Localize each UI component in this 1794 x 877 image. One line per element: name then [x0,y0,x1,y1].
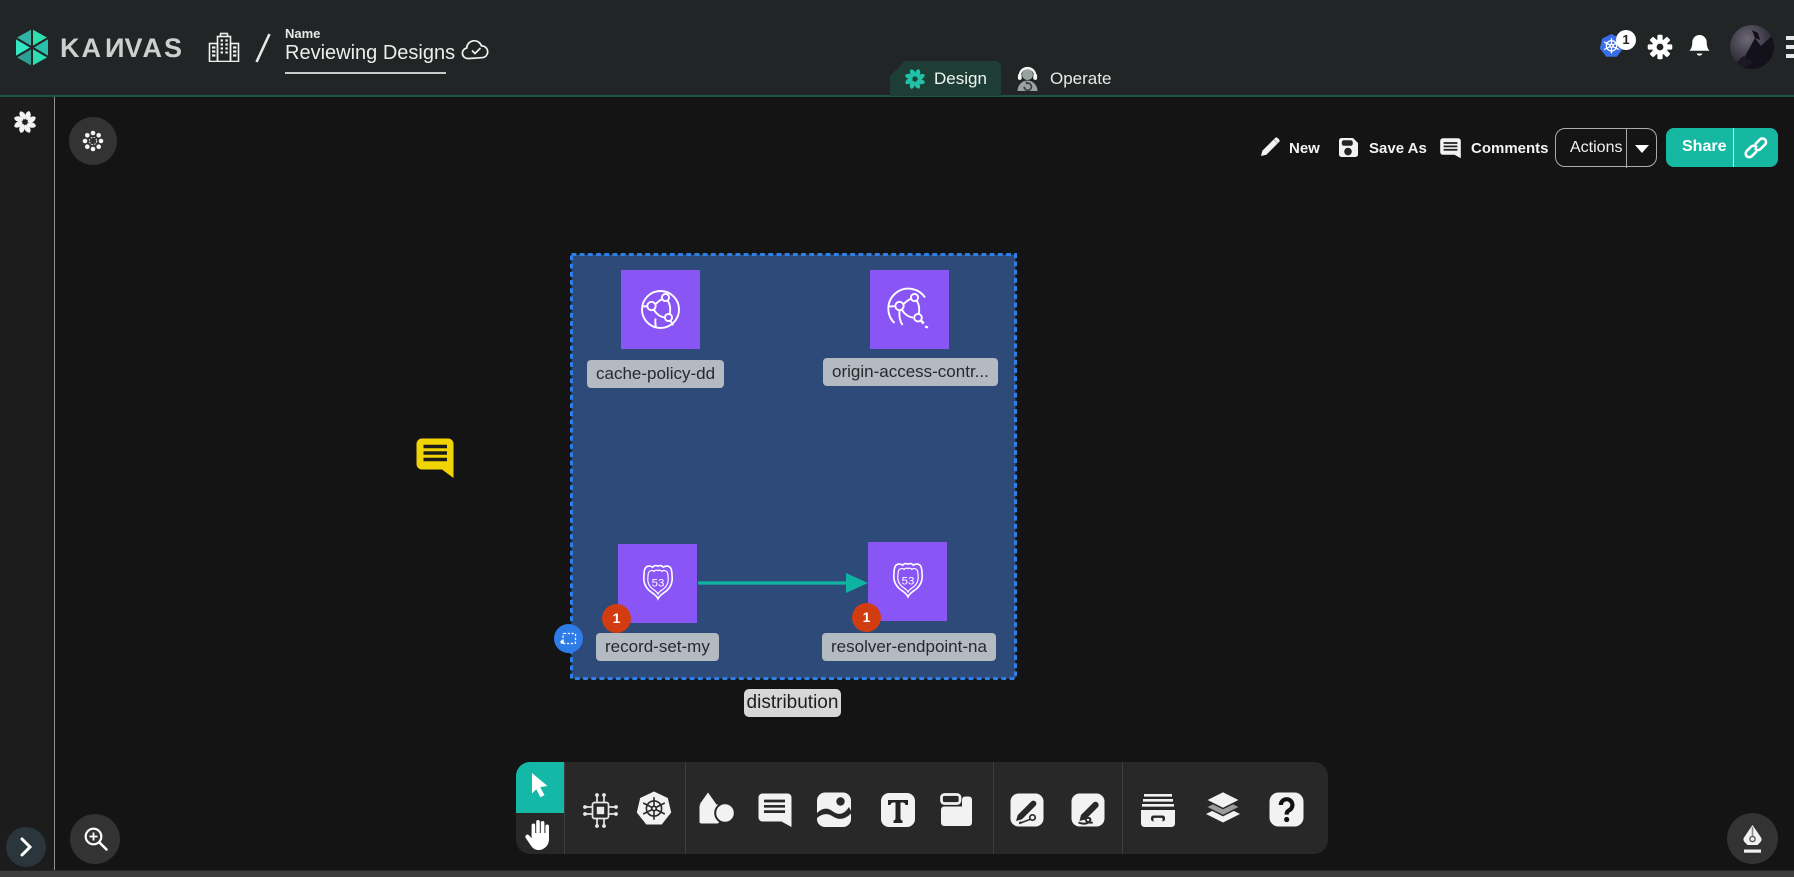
svg-text:53: 53 [902,576,915,588]
svg-text:53: 53 [652,578,665,590]
